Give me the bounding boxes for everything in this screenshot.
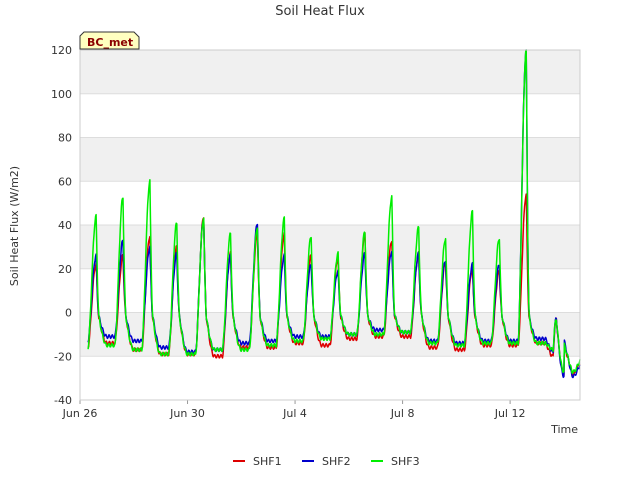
legend-label-shf1: SHF1 [253,455,282,468]
grid-band [80,225,580,269]
y-tick-label: -40 [54,394,72,407]
y-tick-label: 0 [65,307,72,320]
y-tick-label: 120 [51,44,72,57]
x-tick-label: Jun 30 [169,407,205,420]
legend-label-shf2: SHF2 [322,455,351,468]
y-tick-label: 100 [51,88,72,101]
x-tick-label: Jul 12 [494,407,526,420]
grid-band [80,137,580,182]
y-tick-label: 20 [58,263,72,276]
y-tick-label: -20 [54,350,72,363]
x-tick-label: Jul 4 [282,407,307,420]
soil-heat-flux-chart: Soil Heat Flux -40 -20 0 20 40 60 80 100 120 Jun… [8,4,581,468]
x-axis-ticks: Jun 26 Jun 30 Jul 4 Jul 8 Jul 12 [62,400,526,420]
chart-title: Soil Heat Flux [275,4,365,19]
y-axis-ticks: -40 -20 0 20 40 60 80 100 120 [51,44,72,407]
y-tick-label: 80 [58,132,72,145]
grid-band [80,50,580,94]
legend-label-shf3: SHF3 [391,455,420,468]
station-badge-label: BC_met [87,36,133,49]
x-axis-title: Time [550,423,578,436]
y-tick-label: 60 [58,175,72,188]
y-tick-label: 40 [58,219,72,232]
x-tick-label: Jul 8 [390,407,415,420]
y-axis-title: Soil Heat Flux (W/m2) [8,166,21,286]
legend: SHF1 SHF2 SHF3 [233,455,420,468]
x-tick-label: Jun 26 [62,407,98,420]
station-badge: BC_met [79,31,140,50]
